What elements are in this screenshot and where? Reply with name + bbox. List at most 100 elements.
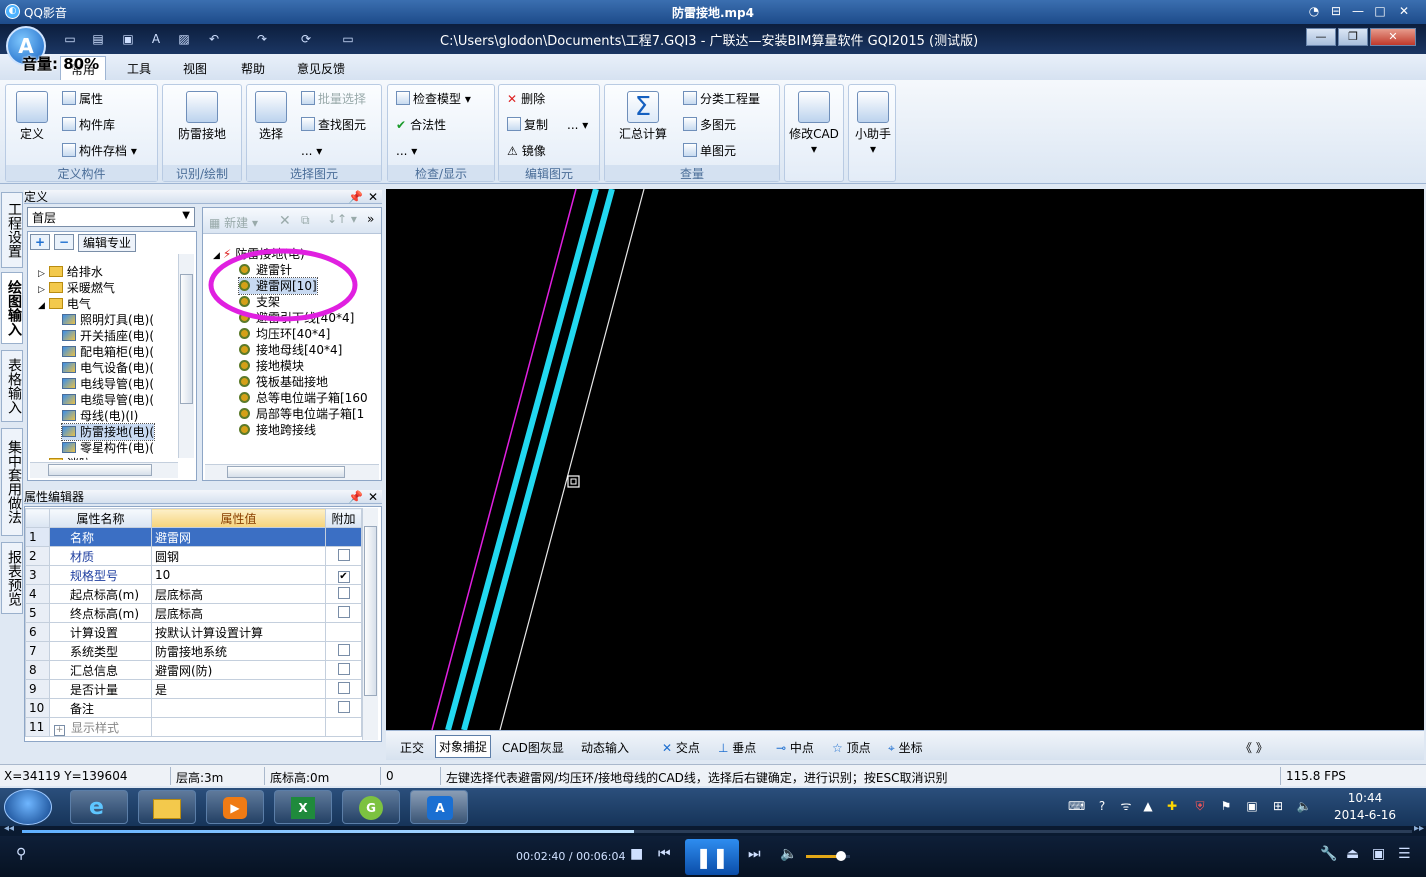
component-item[interactable]: 均压环[40*4] [239,326,330,342]
delete-button[interactable]: ✕ 删除 [507,89,545,109]
clock[interactable]: 10:44 2014-6-16 [1320,790,1410,824]
redo-icon[interactable]: ↷ [254,31,270,47]
tree-item[interactable]: 开关插座(电)( [62,328,154,344]
property-vscrollbar[interactable] [362,508,378,740]
find-element-button[interactable]: 查找图元 [301,115,366,135]
tree-item[interactable]: 配电箱柜(电)( [62,344,154,360]
mirror-button[interactable]: ⚠ 镜像 [507,141,546,161]
property-value-cell[interactable]: 避雷网(防) [151,660,326,680]
midpoint-snap[interactable]: ⊸ 中点 [776,739,814,756]
property-value-cell[interactable]: 是 [151,679,326,699]
seek-back-icon[interactable]: ◂◂ [4,823,14,834]
component-library-button[interactable]: 构件库 [62,115,115,135]
tree-item[interactable]: ▷消防 [38,456,91,460]
property-checkbox[interactable] [337,681,350,694]
tray-plus-icon[interactable]: ✚ [1164,798,1180,814]
coordinate-snap[interactable]: ⌖ 坐标 [888,739,923,756]
property-value-cell[interactable]: 按默认计算设置计算 [151,622,326,642]
close-icon[interactable]: ✕ [1394,3,1414,20]
screen-icon[interactable]: ▭ [340,31,356,47]
tree-expander-icon[interactable]: ▷ [38,269,45,279]
settings-icon[interactable]: ⚲ [16,846,26,862]
stop-icon[interactable]: ■ [630,846,643,862]
tree-item[interactable]: 母线(电)(I) [62,408,138,424]
mini-mode-icon[interactable]: — [1348,3,1368,20]
shield-icon[interactable]: ⛨ [1192,798,1208,814]
property-checkbox[interactable] [337,662,350,675]
property-value-cell[interactable]: 层底标高 [151,603,326,623]
app-restore-button[interactable]: ❐ [1338,28,1368,46]
snapbar-nav[interactable]: 《 》 [1240,739,1268,756]
help-icon[interactable]: ? [1094,798,1110,814]
batch-select-button[interactable]: 批量选择 [301,89,366,109]
sort-icon[interactable]: ↓↑ ▾ [327,212,357,226]
save-icon[interactable]: ▣ [120,31,136,47]
tree-item[interactable]: 电缆导管(电)( [62,392,154,408]
screen-ratio-icon[interactable]: ▣ [1372,846,1385,862]
open-file-icon[interactable]: ▤ [90,31,106,47]
tree-vertical-scrollbar[interactable] [178,254,194,458]
object-snap-toggle[interactable]: 对象捕捉 [435,735,492,758]
property-checkbox-checked[interactable]: ✔ [337,570,350,583]
modify-cad-button[interactable]: 修改CAD ▾ [785,87,843,156]
tray-expand-icon[interactable]: ▲ [1140,798,1156,814]
multi-element-button[interactable]: 多图元 [683,115,736,135]
property-row[interactable]: 10 备注 [25,698,362,718]
cad-magenta-line[interactable] [431,189,577,730]
component-item[interactable]: 筏板基础接地 [239,374,328,390]
property-row[interactable]: 11 + 显示样式 [25,717,362,737]
app-close-button[interactable]: ✕ [1370,28,1416,46]
keyboard-icon[interactable]: ⌨ [1068,798,1085,814]
seek-forward-icon[interactable]: ▸▸ [1414,823,1424,834]
tree-scroll-thumb[interactable] [180,274,193,404]
summary-calc-button[interactable]: Σ 汇总计算 [611,87,675,142]
dynamic-input-toggle[interactable]: 动态输入 [581,739,629,756]
property-value-cell[interactable] [151,717,326,737]
single-element-button[interactable]: 单图元 [683,141,736,161]
delete-component-icon[interactable]: ✕ [279,213,291,229]
check-more-button[interactable]: ... ▾ [396,141,417,161]
menu-view[interactable]: 视图 [183,60,207,77]
component-item[interactable]: 局部等电位端子箱[1 [239,406,364,422]
eject-icon[interactable]: ⏏ [1346,846,1359,862]
menu-help[interactable]: 帮助 [241,60,265,77]
tree-expander-icon[interactable]: ◢ [38,301,45,311]
edit-more-button[interactable]: ... ▾ [567,115,588,135]
volume-icon[interactable]: 🔈 [780,846,797,862]
playlist-icon[interactable]: ☰ [1398,846,1411,862]
component-hscrollbar[interactable] [205,464,379,480]
intersection-snap[interactable]: ✕ 交点 [662,739,700,756]
new-component-button[interactable]: ▦ 新建 ▾ [209,214,258,231]
tree-expander-icon[interactable]: ▷ [38,285,45,295]
new-file-icon[interactable]: ▭ [62,31,78,47]
seek-progress[interactable] [22,830,634,833]
tree-item[interactable]: 照明灯具(电)( [62,312,154,328]
select-more-button[interactable]: ... ▾ [301,141,322,161]
taskbar-app-g[interactable]: G [342,790,400,824]
component-item[interactable]: 总等电位端子箱[160 [239,390,368,406]
define-button[interactable]: 定义 [10,87,54,142]
property-checkbox[interactable] [337,586,350,599]
component-item[interactable]: 接地跨接线 [239,422,316,438]
copy-button[interactable]: 复制 [507,115,548,135]
windows-start-icon[interactable] [4,789,52,825]
cad-drawing[interactable] [386,189,1424,730]
pin-property-icon[interactable]: 📌 [348,490,363,504]
tree-item[interactable]: 零星构件(电)( [62,440,154,456]
property-value-cell[interactable] [151,698,326,718]
tab-apply-method[interactable]: 集中套用做法 [1,428,23,536]
cad-cyan-line-2[interactable] [461,189,615,730]
volume-knob[interactable] [836,851,847,861]
seek-bar[interactable]: ◂◂ ▸▸ [0,823,1426,836]
property-row[interactable]: 1 名称 避雷网 [25,527,362,547]
tree-item[interactable]: ◢ 电气 [38,296,91,312]
pin-panel-icon[interactable]: 📌 [348,190,363,204]
speaker-icon[interactable]: 🔈 [1296,798,1312,814]
property-value-cell[interactable]: 10 [151,565,326,585]
tab-drawing-input[interactable]: 绘图输入 [1,272,23,344]
close-panel-icon[interactable]: ✕ [368,190,378,204]
previous-icon[interactable]: ⏮ [658,846,671,862]
property-row[interactable]: 8 汇总信息 避雷网(防) [25,660,362,680]
component-item[interactable]: 接地模块 [239,358,304,374]
component-hscroll-thumb[interactable] [227,466,345,478]
